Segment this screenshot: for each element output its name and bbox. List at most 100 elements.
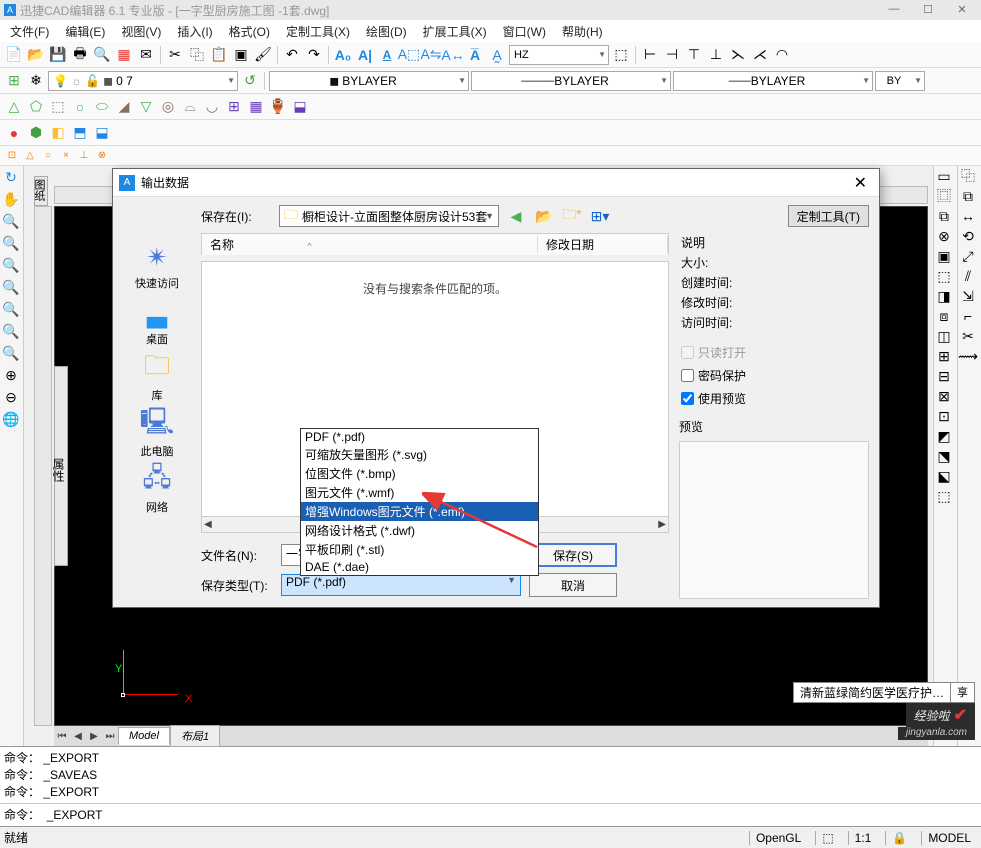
filetype-dropdown[interactable]: PDF (*.pdf) 可缩放矢量图形 (*.svg) 位图文件 (*.bmp)…: [300, 428, 539, 576]
s5-icon[interactable]: ⬓: [92, 123, 112, 143]
rt2-icon[interactable]: ⿴: [934, 186, 954, 206]
textsel-icon[interactable]: ⬚: [611, 45, 631, 65]
ro10-icon[interactable]: ⟿: [958, 346, 978, 366]
menu-help[interactable]: 帮助(H): [556, 21, 609, 42]
command-input-value[interactable]: _EXPORT: [47, 808, 103, 822]
menu-file[interactable]: 文件(F): [4, 21, 55, 42]
rt1-icon[interactable]: ▭: [934, 166, 954, 186]
format-paint-icon[interactable]: 🖌: [253, 45, 273, 65]
tab-last-icon[interactable]: ⏭: [102, 728, 118, 744]
rt3-icon[interactable]: ⧉: [934, 206, 954, 226]
cancel-button[interactable]: 取消: [529, 573, 617, 597]
menu-edit[interactable]: 编辑(E): [59, 21, 111, 42]
shortcut-library[interactable]: 🗀库: [137, 353, 177, 403]
shortcut-pc[interactable]: 🖳此电脑: [137, 409, 177, 459]
menu-view[interactable]: 视图(V): [115, 21, 167, 42]
ro4-icon[interactable]: ⟲: [958, 226, 978, 246]
lt-pan-icon[interactable]: ✋: [0, 188, 22, 210]
cyl-icon[interactable]: ⬭: [92, 97, 112, 117]
rev-icon[interactable]: 🏺: [268, 97, 288, 117]
color-combo[interactable]: ◼ BYLAYER: [269, 71, 469, 91]
rt11-icon[interactable]: ⊟: [934, 366, 954, 386]
col-date[interactable]: 修改日期: [538, 236, 668, 253]
ro5-icon[interactable]: ⤢: [958, 246, 978, 266]
status-model[interactable]: MODEL: [921, 831, 977, 845]
textstyle-combo[interactable]: HZ: [509, 45, 609, 65]
text6-icon[interactable]: A↔: [443, 45, 463, 65]
layer-prev-icon[interactable]: ↺: [240, 71, 260, 91]
snap-node-icon[interactable]: ⊗: [94, 148, 110, 164]
lt-regen-icon[interactable]: ↻: [0, 166, 22, 188]
lineweight-combo[interactable]: —— BYLAYER: [673, 71, 873, 91]
snap-perp-icon[interactable]: ⊥: [76, 148, 92, 164]
ro2-icon[interactable]: ⧉: [958, 186, 978, 206]
rt8-icon[interactable]: ⧈: [934, 306, 954, 326]
mesh-icon[interactable]: ⊞: [224, 97, 244, 117]
lt-zoom-icon[interactable]: 🔍: [0, 210, 22, 232]
lt-zoomplus-icon[interactable]: ⊕: [0, 364, 22, 386]
lt-globe-icon[interactable]: 🌐: [0, 408, 22, 430]
wedge-icon[interactable]: ◢: [114, 97, 134, 117]
tab-prev-icon[interactable]: ◀: [70, 728, 86, 744]
command-line[interactable]: 命令： _EXPORT: [0, 803, 981, 825]
redo-icon[interactable]: ↷: [304, 45, 324, 65]
tab-layout1[interactable]: 布局1: [170, 725, 220, 747]
rt12-icon[interactable]: ⊠: [934, 386, 954, 406]
menu-format[interactable]: 格式(O): [223, 21, 276, 42]
menu-insert[interactable]: 插入(I): [171, 21, 218, 42]
dim4-icon[interactable]: ⊥: [706, 45, 726, 65]
filetype-option[interactable]: 位图文件 (*.bmp): [301, 464, 538, 483]
snap-mid-icon[interactable]: △: [22, 148, 38, 164]
new-icon[interactable]: 📄: [4, 45, 24, 65]
ro3-icon[interactable]: ↔: [958, 206, 978, 226]
preview-checkbox[interactable]: [681, 392, 694, 405]
rt15-icon[interactable]: ⬔: [934, 446, 954, 466]
filetype-select[interactable]: PDF (*.pdf): [281, 574, 521, 596]
preview-icon[interactable]: 🔍: [92, 45, 112, 65]
status-icon2[interactable]: 🔒: [885, 831, 913, 845]
nav-new-folder-icon[interactable]: 🗀*: [561, 205, 583, 227]
tab-first-icon[interactable]: ⏮: [54, 728, 70, 744]
dome-icon[interactable]: ◡: [202, 97, 222, 117]
linetype-combo[interactable]: ——— BYLAYER: [471, 71, 671, 91]
filetype-option[interactable]: PDF (*.pdf): [301, 429, 538, 445]
text2-icon[interactable]: A|: [355, 45, 375, 65]
custom-tools-button[interactable]: 定制工具(T): [788, 205, 869, 227]
nav-back-icon[interactable]: ◀: [505, 205, 527, 227]
filetype-option-selected[interactable]: 增强Windows图元文件 (*.emf): [301, 502, 538, 521]
dim3-icon[interactable]: ⊤: [684, 45, 704, 65]
preview-checkbox-row[interactable]: 使用预览: [679, 389, 869, 408]
rt6-icon[interactable]: ⬚: [934, 266, 954, 286]
open-icon[interactable]: 📂: [26, 45, 46, 65]
rt14-icon[interactable]: ◩: [934, 426, 954, 446]
properties-panel-tab[interactable]: 属性: [54, 366, 68, 566]
text5-icon[interactable]: A⇋: [421, 45, 441, 65]
col-name[interactable]: 名称 ^: [202, 236, 538, 253]
password-checkbox-row[interactable]: 密码保护: [679, 366, 869, 385]
text3-icon[interactable]: A: [377, 45, 397, 65]
rt4-icon[interactable]: ⊗: [934, 226, 954, 246]
save-icon[interactable]: 💾: [48, 45, 68, 65]
ro6-icon[interactable]: ⫽: [958, 266, 978, 286]
shortcut-desktop[interactable]: ▃桌面: [137, 297, 177, 347]
readonly-checkbox-row[interactable]: 只读打开: [679, 343, 869, 362]
mail-icon[interactable]: ✉: [136, 45, 156, 65]
rt13-icon[interactable]: ⊡: [934, 406, 954, 426]
text-icon[interactable]: A₀: [333, 45, 353, 65]
copy-icon[interactable]: ⿻: [187, 45, 207, 65]
snap-end-icon[interactable]: ⊡: [4, 148, 20, 164]
win-close-button[interactable]: ✕: [945, 0, 979, 18]
tab-next-icon[interactable]: ▶: [86, 728, 102, 744]
dim2-icon[interactable]: ⊣: [662, 45, 682, 65]
torus-icon[interactable]: ◎: [158, 97, 178, 117]
s1-icon[interactable]: ●: [4, 123, 24, 143]
box-icon[interactable]: ⬚: [48, 97, 68, 117]
layer-combo[interactable]: 💡 ☼ 🔓 ◼ 0 7: [48, 71, 238, 91]
lt-zoomall-icon[interactable]: 🔍: [0, 298, 22, 320]
ro7-icon[interactable]: ⇲: [958, 286, 978, 306]
block-icon[interactable]: ▣: [231, 45, 251, 65]
ro8-icon[interactable]: ⌐: [958, 306, 978, 326]
dim7-icon[interactable]: ◠: [772, 45, 792, 65]
status-icon1[interactable]: ⬚: [815, 831, 839, 845]
dialog-close-button[interactable]: ✕: [848, 173, 873, 193]
